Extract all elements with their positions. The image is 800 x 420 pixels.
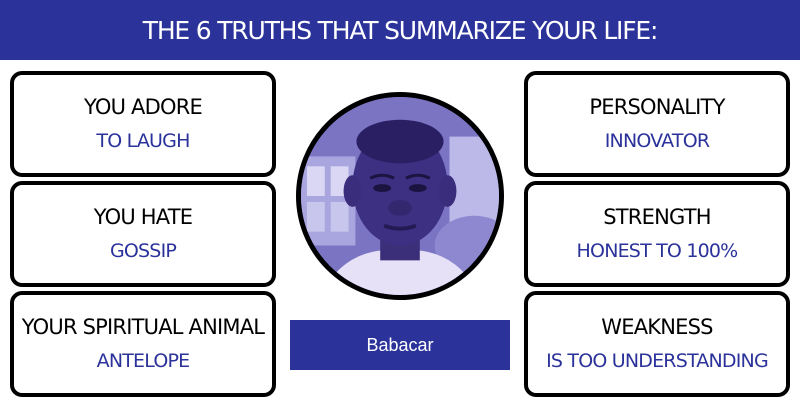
card-label: PERSONALITY: [589, 95, 725, 119]
card-you-adore: YOU ADORE TO LAUGH: [10, 71, 276, 177]
card-label: YOU HATE: [93, 205, 193, 229]
card-label: YOUR SPIRITUAL ANIMAL: [21, 315, 265, 339]
card-personality: PERSONALITY INNOVATOR: [524, 71, 790, 177]
header-banner: THE 6 TRUTHS THAT SUMMARIZE YOUR LIFE:: [0, 0, 800, 60]
profile-name: Babacar: [366, 334, 434, 355]
card-value: IS TOO UNDERSTANDING: [546, 350, 769, 373]
profile-photo: [296, 92, 504, 300]
card-you-hate: YOU HATE GOSSIP: [10, 181, 276, 287]
card-value: GOSSIP: [109, 240, 177, 263]
card-value: TO LAUGH: [96, 130, 190, 153]
card-label: WEAKNESS: [601, 315, 713, 339]
profile-name-bar: Babacar: [290, 320, 510, 370]
card-value: HONEST TO 100%: [576, 240, 739, 263]
card-strength: STRENGTH HONEST TO 100%: [524, 181, 790, 287]
card-spiritual-animal: YOUR SPIRITUAL ANIMAL ANTELOPE: [10, 291, 276, 397]
card-label: STRENGTH: [603, 205, 711, 229]
card-label: YOU ADORE: [84, 95, 203, 119]
card-value: INNOVATOR: [604, 130, 710, 153]
profile-photo-image: [301, 97, 499, 295]
banner-title: THE 6 TRUTHS THAT SUMMARIZE YOUR LIFE:: [142, 15, 659, 45]
card-value: ANTELOPE: [96, 350, 191, 373]
card-weakness: WEAKNESS IS TOO UNDERSTANDING: [524, 291, 790, 397]
